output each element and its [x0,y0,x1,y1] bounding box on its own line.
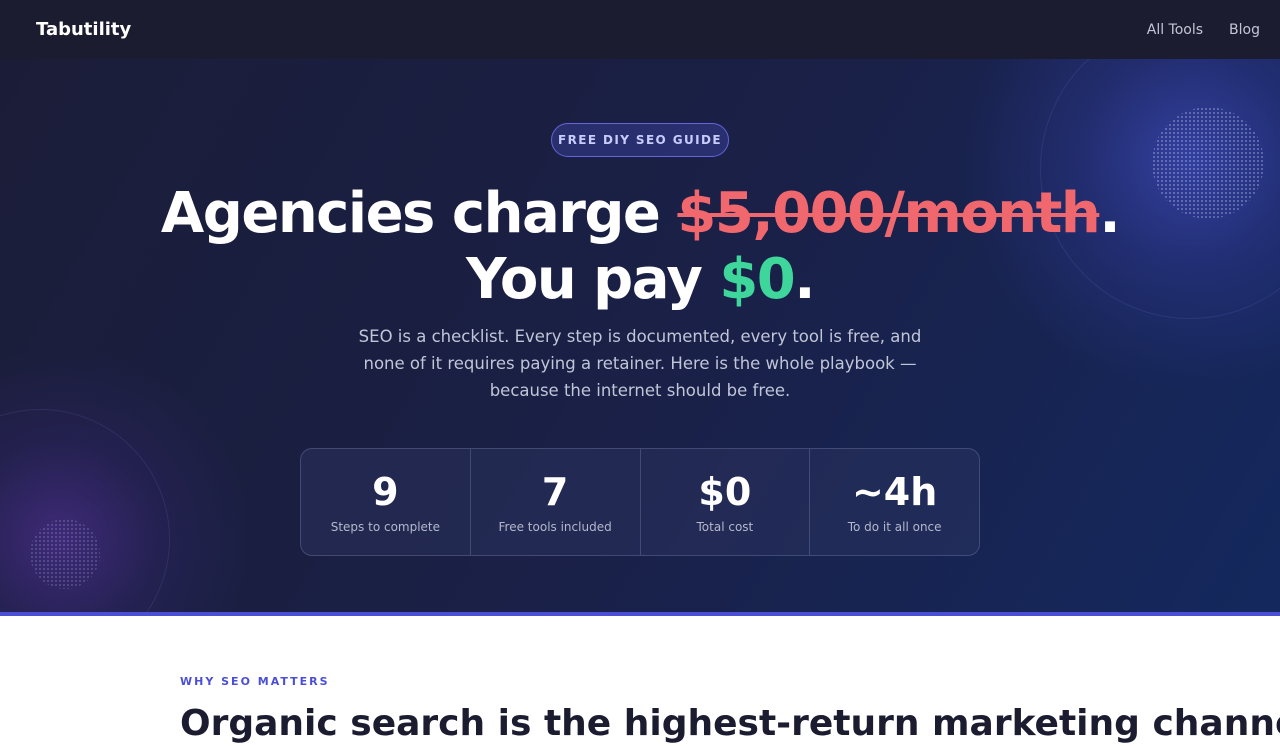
hero-section: FREE DIY SEO GUIDE Agencies charge $5,00… [0,59,1280,612]
hero-subtitle: SEO is a checklist. Every step is docume… [358,327,922,400]
stat-time: ~4h To do it all once [810,449,979,555]
stat-value: 7 [541,470,569,514]
stat-label: To do it all once [847,520,942,534]
stat-label: Total cost [696,520,754,534]
stat-label: Free tools included [498,520,612,534]
guide-badge: FREE DIY SEO GUIDE [551,123,729,157]
section-kicker: WHY SEO MATTERS [180,675,330,688]
decorative-dot-pattern [30,519,100,589]
headline-period: . [794,247,815,312]
headline-period: . [1099,181,1120,246]
stat-value: $0 [698,470,752,514]
agency-price: $5,000/month [677,181,1100,246]
top-nav: Tabutility All Tools Blog [0,0,1280,59]
your-price: $0 [719,247,795,312]
headline-prefix: Agencies charge [160,181,678,246]
brand-logo-link[interactable]: Tabutility [36,19,131,40]
stats-panel: 9 Steps to complete 7 Free tools include… [300,448,980,556]
stat-value: ~4h [851,470,938,514]
headline-you-pay: You pay [465,247,720,312]
stat-value: 9 [372,470,399,514]
stat-tools: 7 Free tools included [471,449,641,555]
nav-link-all-tools[interactable]: All Tools [1147,22,1203,38]
hero-divider [0,612,1280,616]
hero-headline: Agencies charge $5,000/month. You pay $0… [0,181,1280,313]
nav-link-blog[interactable]: Blog [1229,22,1260,38]
nav-links: All Tools Blog [1147,22,1260,38]
stat-cost: $0 Total cost [641,449,811,555]
stat-steps: 9 Steps to complete [301,449,471,555]
stat-label: Steps to complete [330,520,441,534]
section-heading: Organic search is the highest-return mar… [180,703,1280,744]
